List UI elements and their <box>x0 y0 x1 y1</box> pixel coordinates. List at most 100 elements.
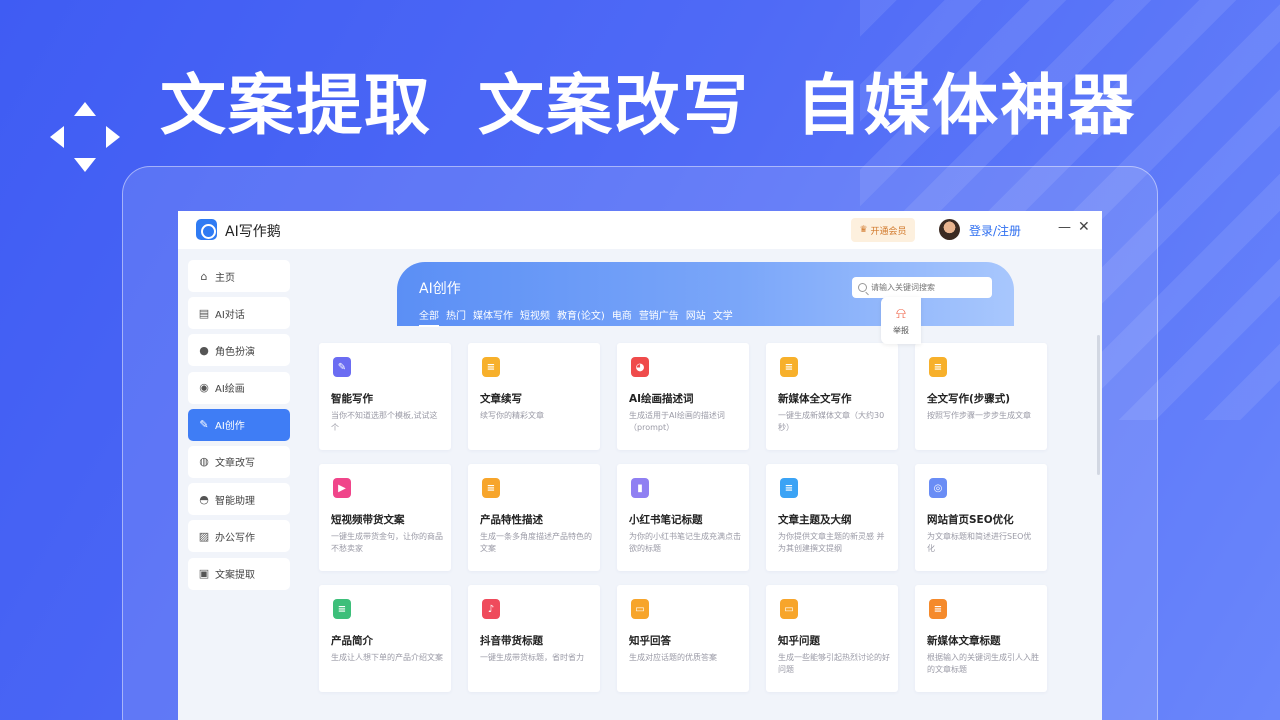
extract-icon: ▣ <box>198 567 210 580</box>
step-write-icon: ≡ <box>929 357 947 377</box>
card-title: 文章主题及大纲 <box>778 514 852 526</box>
edit-icon: ✎ <box>199 418 209 432</box>
card-title: 文章续写 <box>480 393 522 405</box>
card-description: 生成一些能够引起热烈讨论的好问题 <box>778 653 890 674</box>
card-title: 新媒体文章标题 <box>927 635 1001 647</box>
crown-icon: ♛ <box>859 225 868 235</box>
sidebar-item[interactable]: ✎ AI创作 <box>188 408 290 441</box>
category-tab[interactable]: 教育(论文) <box>557 307 605 327</box>
template-card[interactable]: ≡ 文章主题及大纲为你提供文章主题的新灵感 并为其创建撰文提纲 <box>766 464 898 571</box>
outline-icon: ≡ <box>780 478 798 498</box>
move-arrows-icon <box>50 102 120 172</box>
category-tab[interactable]: 电商 <box>612 307 632 327</box>
close-button[interactable]: ✕ <box>1078 219 1090 235</box>
zhihu-answer-icon: ▭ <box>631 599 649 619</box>
search-icon <box>858 283 867 292</box>
template-card[interactable]: ≡ 产品特性描述生成一条多角度描述产品特色的文案 <box>468 464 600 571</box>
scrollbar[interactable] <box>1097 335 1100 475</box>
card-title: AI绘画描述词 <box>629 393 694 405</box>
avatar[interactable] <box>939 219 960 240</box>
template-card[interactable]: ✎ 智能写作 当你不知道选那个模板,试试这个 <box>319 343 451 450</box>
sidebar: ⌂ 主页 ▤ AI对话 ● 角色扮演 ◉ AI绘画 ✎ AI创作 ◍ 文章改写 ◓ 智能助理 ▨ 办公写作 ▣ 文… <box>188 260 290 595</box>
sidebar-item[interactable]: ▣ 文案提取 <box>188 557 290 590</box>
vip-button-label: 开通会员 <box>870 226 907 237</box>
card-description: 生成对应话题的优质答案 <box>629 653 717 662</box>
card-title: 知乎回答 <box>629 635 671 647</box>
product-feature-icon: ≡ <box>482 478 500 498</box>
card-title: 小红书笔记标题 <box>629 514 703 526</box>
sidebar-item[interactable]: ● 角色扮演 <box>188 334 290 367</box>
category-tab[interactable]: 营销广告 <box>639 307 679 327</box>
sidebar-item-label: 文章改写 <box>215 458 255 470</box>
category-tab[interactable]: 热门 <box>446 307 466 327</box>
sidebar-item-label: 智能助理 <box>215 495 255 507</box>
template-card[interactable]: ≡ 新媒体全文写作 一键生成新媒体文章（大约30秒） <box>766 343 898 450</box>
card-description: 一键生成带货金句，让你的商品不愁卖家 <box>331 532 443 553</box>
card-description: 为你的小红书笔记生成充满点击欲的标题 <box>629 532 741 553</box>
card-description: 一键生成带货标题，省时省力 <box>480 653 584 662</box>
template-card[interactable]: ▭ 知乎问题生成一些能够引起热烈讨论的好问题 <box>766 585 898 692</box>
sidebar-item-label: AI创作 <box>215 421 245 433</box>
template-card[interactable]: ♪ 抖音带货标题 一键生成带货标题，省时省力 <box>468 585 600 692</box>
headline-part-2: 文案改写 <box>478 67 750 144</box>
template-card[interactable]: ≡ 全文写作(步骤式) 按照写作步骤一步步生成文章 <box>915 343 1047 450</box>
template-card[interactable]: ▶ 短视频带货文案 一键生成带货金句，让你的商品不愁卖家 <box>319 464 451 571</box>
sidebar-item[interactable]: ▨ 办公写作 <box>188 520 290 553</box>
assistant-icon: ◓ <box>199 492 209 506</box>
vip-button[interactable]: ♛ 开通会员 <box>851 218 915 242</box>
report-button[interactable]: ⍾ 举报 <box>881 297 921 344</box>
sidebar-item-label: AI绘画 <box>215 384 245 396</box>
card-description: 续写你的精彩文章 <box>480 411 544 420</box>
search-input[interactable] <box>871 283 983 292</box>
sidebar-item[interactable]: ◉ AI绘画 <box>188 371 290 404</box>
headline-part-1: 文案提取 <box>160 67 432 144</box>
smart-write-icon: ✎ <box>333 357 351 377</box>
app-window: AI写作鹅 ♛ 开通会员 登录/注册 — ✕ ⌂ 主页 ▤ AI对话 ● 角色扮演 ◉ AI绘… <box>178 211 1102 720</box>
template-card[interactable]: ≡ 产品简介 生成让人想下单的产品介绍文案 <box>319 585 451 692</box>
sidebar-item[interactable]: ▤ AI对话 <box>188 297 290 330</box>
category-tab[interactable]: 媒体写作 <box>473 307 513 327</box>
report-label: 举报 <box>893 325 909 335</box>
ai-paint-icon: ◕ <box>631 357 649 377</box>
card-description: 生成适用于AI绘画的描述词（prompt） <box>629 411 725 432</box>
headline-part-3: 自媒体神器 <box>796 67 1136 144</box>
zhihu-question-icon: ▭ <box>780 599 798 619</box>
card-description: 为你提供文章主题的新灵感 并为其创建撰文提纲 <box>778 532 885 553</box>
palette-icon: ◉ <box>199 381 209 395</box>
headline: 文案提取 文案改写 自媒体神器 <box>160 52 1182 148</box>
category-tabs: 全部 热门 媒体写作 短视频 教育(论文) 电商 营销广告 网站 文学 <box>419 307 733 327</box>
minimize-button[interactable]: — <box>1058 220 1071 235</box>
sidebar-item[interactable]: ◓ 智能助理 <box>188 483 290 516</box>
sidebar-item[interactable]: ◍ 文章改写 <box>188 445 290 478</box>
template-card[interactable]: ◎ 网站首页SEO优化 为文章标题和简述进行SEO优化 <box>915 464 1047 571</box>
category-tab[interactable]: 文学 <box>713 307 733 327</box>
chat-icon: ▤ <box>198 306 210 320</box>
template-card[interactable]: ≡ 文章续写续写你的精彩文章 <box>468 343 600 450</box>
card-description: 一键生成新媒体文章（大约30秒） <box>778 411 885 432</box>
document-edit-icon: ▨ <box>198 529 210 543</box>
app-logo-icon <box>196 219 217 240</box>
card-title: 新媒体全文写作 <box>778 393 852 405</box>
category-tab[interactable]: 短视频 <box>520 307 550 327</box>
login-button[interactable]: 登录/注册 <box>969 222 1021 239</box>
card-title: 产品简介 <box>331 635 373 647</box>
template-card[interactable]: ≡ 新媒体文章标题 根据输入的关键词生成引人入胜的文章标题 <box>915 585 1047 692</box>
card-title: 知乎问题 <box>778 635 820 647</box>
card-description: 按照写作步骤一步步生成文章 <box>927 411 1031 420</box>
card-description: 为文章标题和简述进行SEO优化 <box>927 532 1032 553</box>
sidebar-item[interactable]: ⌂ 主页 <box>188 260 290 292</box>
home-icon: ⌂ <box>200 269 208 283</box>
douyin-icon: ♪ <box>482 599 500 619</box>
card-description: 生成一条多角度描述产品特色的文案 <box>480 532 592 553</box>
template-card[interactable]: ▮ 小红书笔记标题 为你的小红书笔记生成充满点击欲的标题 <box>617 464 749 571</box>
card-title: 产品特性描述 <box>480 514 543 526</box>
app-title: AI写作鹅 <box>225 224 281 240</box>
template-card[interactable]: ◕ AI绘画描述词生成适用于AI绘画的描述词（prompt） <box>617 343 749 450</box>
category-tab[interactable]: 网站 <box>686 307 706 327</box>
template-card[interactable]: ▭ 知乎回答生成对应话题的优质答案 <box>617 585 749 692</box>
category-tab[interactable]: 全部 <box>419 307 439 327</box>
card-description: 根据输入的关键词生成引人入胜的文章标题 <box>927 653 1039 674</box>
continue-write-icon: ≡ <box>482 357 500 377</box>
card-title: 短视频带货文案 <box>331 514 405 526</box>
card-title: 网站首页SEO优化 <box>927 514 1014 526</box>
